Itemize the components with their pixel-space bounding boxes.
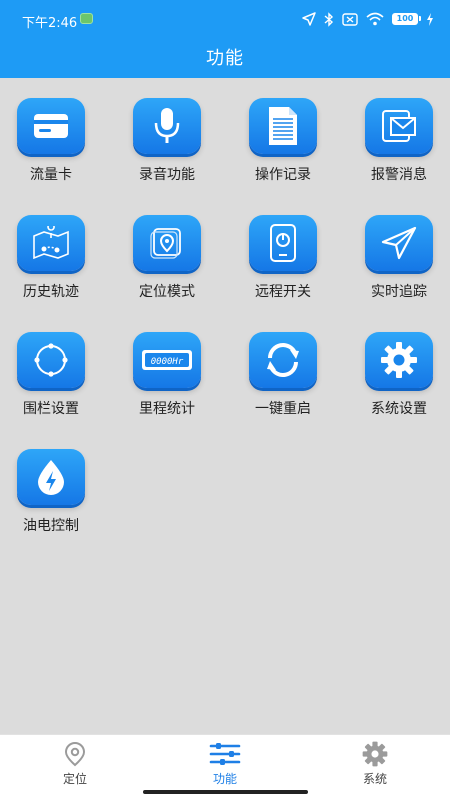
tab-label: 功能 [212, 772, 237, 786]
document-icon [249, 98, 317, 154]
function-remote-switch[interactable]: 远程开关 [232, 215, 342, 315]
function-history-track[interactable]: 历史轨迹 [0, 215, 110, 315]
sim-card-icon [17, 98, 85, 154]
tab-system[interactable]: 系统 [300, 741, 450, 787]
location-pin-icon [133, 215, 201, 271]
function-mileage-stats[interactable]: 0000Hr 里程统计 [116, 332, 226, 432]
home-indicator[interactable] [143, 790, 308, 794]
tab-label: 定位 [62, 772, 87, 786]
location-arrow-icon [302, 12, 316, 26]
function-sim-card[interactable]: 流量卡 [0, 98, 110, 198]
restart-icon [249, 332, 317, 388]
function-fence-settings[interactable]: 围栏设置 [0, 332, 110, 432]
function-label: 操作记录 [255, 167, 311, 183]
function-operation-log[interactable]: 操作记录 [232, 98, 342, 198]
tab-location[interactable]: 定位 [0, 741, 150, 787]
power-switch-icon [249, 215, 317, 271]
function-one-key-restart[interactable]: 一键重启 [232, 332, 342, 432]
function-positioning-mode[interactable]: 定位模式 [116, 215, 226, 315]
notification-badge-icon [80, 13, 93, 24]
function-label: 里程统计 [139, 401, 195, 417]
tab-label: 系统 [362, 772, 387, 786]
odometer-readout: 0000Hr [151, 357, 184, 367]
function-realtime-tracking[interactable]: 实时追踪 [348, 215, 450, 315]
function-oil-electric-control[interactable]: 油电控制 [0, 449, 110, 549]
no-sim-icon [342, 12, 358, 26]
battery-icon: 100 [392, 13, 421, 25]
status-time: 下午2:46 [22, 16, 78, 31]
function-label: 一键重启 [255, 401, 311, 417]
function-label: 油电控制 [23, 518, 79, 534]
function-system-settings[interactable]: 系统设置 [348, 332, 450, 432]
function-recording[interactable]: 录音功能 [116, 98, 226, 198]
microphone-icon [133, 98, 201, 154]
function-label: 定位模式 [139, 284, 195, 300]
bluetooth-icon [324, 11, 334, 27]
function-label: 报警消息 [371, 167, 427, 183]
settings-icon [362, 741, 388, 767]
tab-functions[interactable]: 功能 [150, 741, 300, 787]
location-icon [64, 741, 86, 767]
charging-icon [427, 12, 433, 26]
function-alarm-messages[interactable]: 报警消息 [348, 98, 450, 198]
function-label: 围栏设置 [23, 401, 79, 417]
sliders-icon [209, 743, 241, 765]
function-label: 流量卡 [30, 167, 72, 183]
paper-plane-icon [365, 215, 433, 271]
status-bar: 下午2:46 100 [0, 0, 450, 36]
page-title: 功能 [206, 48, 244, 69]
header-bar: 下午2:46 100 功能 [0, 0, 450, 78]
function-label: 实时追踪 [371, 284, 427, 300]
wifi-icon [366, 12, 384, 26]
gear-icon [365, 332, 433, 388]
function-label: 远程开关 [255, 284, 311, 300]
power-drop-icon [17, 449, 85, 505]
route-icon [17, 215, 85, 271]
function-label: 系统设置 [371, 401, 427, 417]
odometer-icon: 0000Hr [133, 332, 201, 388]
mail-alert-icon [365, 98, 433, 154]
function-label: 历史轨迹 [23, 284, 79, 300]
status-icons: 100 [302, 10, 434, 28]
fence-circle-icon [17, 332, 85, 388]
function-label: 录音功能 [139, 167, 195, 183]
